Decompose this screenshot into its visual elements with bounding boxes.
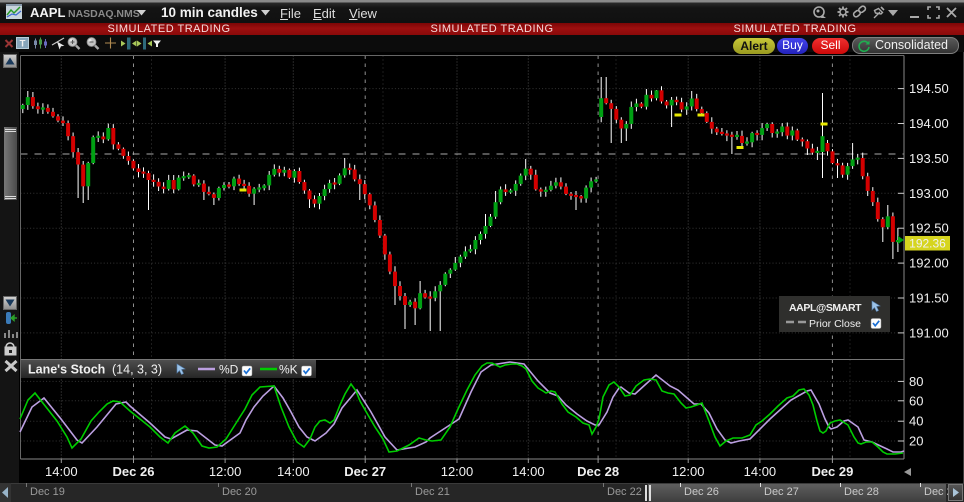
svg-text:194.50: 194.50 bbox=[909, 81, 949, 96]
svg-text:191.50: 191.50 bbox=[909, 291, 949, 306]
svg-text:Dec 29: Dec 29 bbox=[811, 464, 853, 479]
svg-text:80: 80 bbox=[909, 374, 923, 389]
svg-text:14:00: 14:00 bbox=[277, 464, 310, 479]
svg-text:60: 60 bbox=[909, 393, 923, 408]
svg-text:%K: %K bbox=[279, 363, 298, 377]
svg-text:Dec 26: Dec 26 bbox=[113, 464, 155, 479]
svg-text:Lane's Stoch: Lane's Stoch bbox=[28, 363, 105, 377]
svg-text:193.00: 193.00 bbox=[909, 186, 949, 201]
svg-text:Dec 27: Dec 27 bbox=[344, 464, 386, 479]
svg-text:Dec 28: Dec 28 bbox=[577, 464, 619, 479]
svg-text:40: 40 bbox=[909, 414, 923, 429]
svg-text:Prior Close: Prior Close bbox=[809, 318, 861, 330]
svg-text:12:00: 12:00 bbox=[209, 464, 242, 479]
svg-text:20: 20 bbox=[909, 434, 923, 449]
svg-text:14:00: 14:00 bbox=[744, 464, 777, 479]
svg-text:(14, 3, 3): (14, 3, 3) bbox=[112, 363, 162, 377]
svg-text:192.50: 192.50 bbox=[909, 221, 949, 236]
svg-text:14:00: 14:00 bbox=[45, 464, 78, 479]
svg-text:192.36: 192.36 bbox=[909, 237, 946, 251]
svg-text:192.00: 192.00 bbox=[909, 256, 949, 271]
svg-text:194.00: 194.00 bbox=[909, 116, 949, 131]
svg-text:191.00: 191.00 bbox=[909, 325, 949, 340]
svg-text:12:00: 12:00 bbox=[441, 464, 474, 479]
svg-text:AAPL@SMART: AAPL@SMART bbox=[789, 302, 862, 314]
svg-text:193.50: 193.50 bbox=[909, 151, 949, 166]
svg-text:%D: %D bbox=[219, 363, 239, 377]
svg-text:12:00: 12:00 bbox=[672, 464, 705, 479]
svg-text:14:00: 14:00 bbox=[512, 464, 545, 479]
